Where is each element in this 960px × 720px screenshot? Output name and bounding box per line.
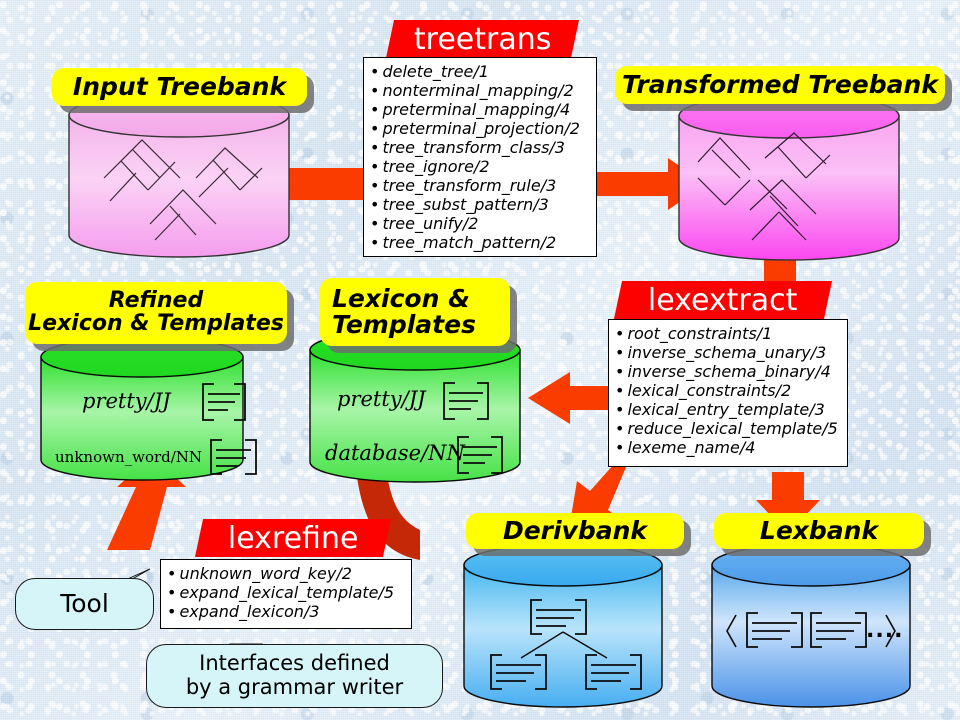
list-item: • nonterminal_mapping/2 bbox=[370, 81, 574, 100]
list-item: • inverse_schema_unary/3 bbox=[615, 343, 827, 362]
banner-lexextract-text: lexextract bbox=[648, 282, 798, 318]
bullet-icon: • bbox=[615, 324, 625, 343]
callout-tool: Tool bbox=[15, 578, 154, 630]
banner-treetrans-text: treetrans bbox=[413, 21, 552, 57]
list-item: • unknown_word_key/2 bbox=[167, 564, 352, 583]
list-item: • preterminal_mapping/4 bbox=[370, 100, 571, 119]
banner-lexrefine[interactable]: lexrefine bbox=[194, 519, 392, 557]
bullet-icon: • bbox=[615, 419, 625, 438]
label-lexbank-text: Lexbank bbox=[759, 516, 879, 545]
predicate-box-treetrans: • delete_tree/1 • nonterminal_mapping/2 • p… bbox=[363, 57, 597, 257]
label-derivbank: Derivbank bbox=[466, 513, 684, 549]
bullet-icon: • bbox=[370, 138, 380, 157]
lexicon-entry-database: database/NN bbox=[325, 441, 465, 465]
bullet-icon: • bbox=[167, 602, 177, 621]
label-derivbank-text: Derivbank bbox=[502, 516, 648, 545]
callout-interfaces: Interfaces defined by a grammar writer bbox=[146, 644, 443, 708]
label-refined-lexicon: Refined Lexicon & Templates bbox=[25, 282, 287, 344]
predicate-list-lexrefine: • unknown_word_key/2 • expand_lexical_temp… bbox=[167, 564, 405, 621]
bullet-icon: • bbox=[167, 564, 177, 583]
bullet-icon: • bbox=[370, 100, 380, 119]
cylinder-transformed-treebank bbox=[678, 93, 900, 261]
callout-tool-text: Tool bbox=[60, 589, 109, 618]
bullet-icon: • bbox=[370, 233, 380, 252]
callout-interfaces-line2: by a grammar writer bbox=[185, 675, 404, 699]
banner-treetrans[interactable]: treetrans bbox=[385, 20, 580, 58]
bullet-icon: • bbox=[370, 214, 380, 233]
predicate-box-lexrefine: • unknown_word_key/2 • expand_lexical_temp… bbox=[160, 559, 412, 629]
list-item: • lexical_entry_template/3 bbox=[615, 400, 825, 419]
arrow-input-to-treetrans bbox=[288, 168, 368, 200]
cylinder-input-treebank bbox=[68, 92, 290, 258]
list-item: • inverse_schema_binary/4 bbox=[615, 362, 831, 381]
bullet-icon: • bbox=[167, 583, 177, 602]
label-lexicon-templates: Lexicon & Templates bbox=[320, 278, 510, 346]
predicate-box-lexextract: • root_constraints/1 • inverse_schema_unar… bbox=[608, 319, 848, 467]
list-item: • root_constraints/1 bbox=[615, 324, 773, 343]
bullet-icon: • bbox=[615, 343, 625, 362]
list-item: • tree_ignore/2 bbox=[370, 157, 490, 176]
list-item: • tree_transform_class/3 bbox=[370, 138, 565, 157]
label-refined-lexicon-line2: Lexicon & Templates bbox=[28, 311, 284, 336]
list-item: • expand_lexical_template/5 bbox=[167, 583, 395, 602]
lexicon-entry-pretty: pretty/JJ bbox=[337, 387, 426, 411]
label-refined-lexicon-line1: Refined bbox=[108, 288, 204, 314]
callout-interfaces-line1: Interfaces defined bbox=[199, 651, 390, 676]
refined-entry-pretty: pretty/JJ bbox=[82, 389, 171, 413]
arrow-lexextract-to-lexicon bbox=[528, 372, 608, 424]
list-item: • lexical_constraints/2 bbox=[615, 381, 792, 400]
bullet-icon: • bbox=[615, 362, 625, 381]
bullet-icon: • bbox=[370, 157, 380, 176]
bullet-icon: • bbox=[370, 176, 380, 195]
label-input-treebank-text: Input Treebank bbox=[72, 72, 287, 101]
banner-lexrefine-text: lexrefine bbox=[227, 520, 359, 556]
diagram-canvas: Input Treebank Transformed Treebank Refi… bbox=[0, 0, 960, 720]
list-item: • lexeme_name/4 bbox=[615, 438, 756, 457]
bullet-icon: • bbox=[370, 81, 380, 100]
bullet-icon: • bbox=[615, 438, 625, 457]
label-transformed-treebank: Transformed Treebank bbox=[615, 66, 945, 104]
label-lexicon-templates-line2: Templates bbox=[332, 310, 476, 339]
list-item: • reduce_lexical_template/5 bbox=[615, 419, 838, 438]
refined-entry-unknown-word: unknown_word/NN bbox=[55, 448, 203, 466]
bullet-icon: • bbox=[615, 381, 625, 400]
label-input-treebank: Input Treebank bbox=[52, 68, 307, 106]
banner-lexextract[interactable]: lexextract bbox=[613, 281, 833, 319]
predicate-list-lexextract: • root_constraints/1 • inverse_schema_unar… bbox=[615, 324, 841, 457]
bullet-icon: • bbox=[615, 400, 625, 419]
list-item: • delete_tree/1 bbox=[370, 62, 489, 81]
list-item: • tree_match_pattern/2 bbox=[370, 233, 557, 252]
label-lexbank: Lexbank bbox=[714, 513, 924, 549]
label-lexicon-templates-line1: Lexicon & bbox=[332, 284, 470, 313]
predicate-list-treetrans: • delete_tree/1 • nonterminal_mapping/2 • p… bbox=[370, 62, 590, 252]
list-item: • preterminal_projection/2 bbox=[370, 119, 580, 138]
list-item: • tree_unify/2 bbox=[370, 214, 479, 233]
bullet-icon: • bbox=[370, 195, 380, 214]
list-item: • expand_lexicon/3 bbox=[167, 602, 320, 621]
lexbank-ellipsis: .... bbox=[866, 618, 904, 643]
list-item: • tree_transform_rule/3 bbox=[370, 176, 557, 195]
bullet-icon: • bbox=[370, 62, 380, 81]
label-transformed-treebank-text: Transformed Treebank bbox=[622, 70, 938, 99]
bullet-icon: • bbox=[370, 119, 380, 138]
list-item: • tree_subst_pattern/3 bbox=[370, 195, 549, 214]
